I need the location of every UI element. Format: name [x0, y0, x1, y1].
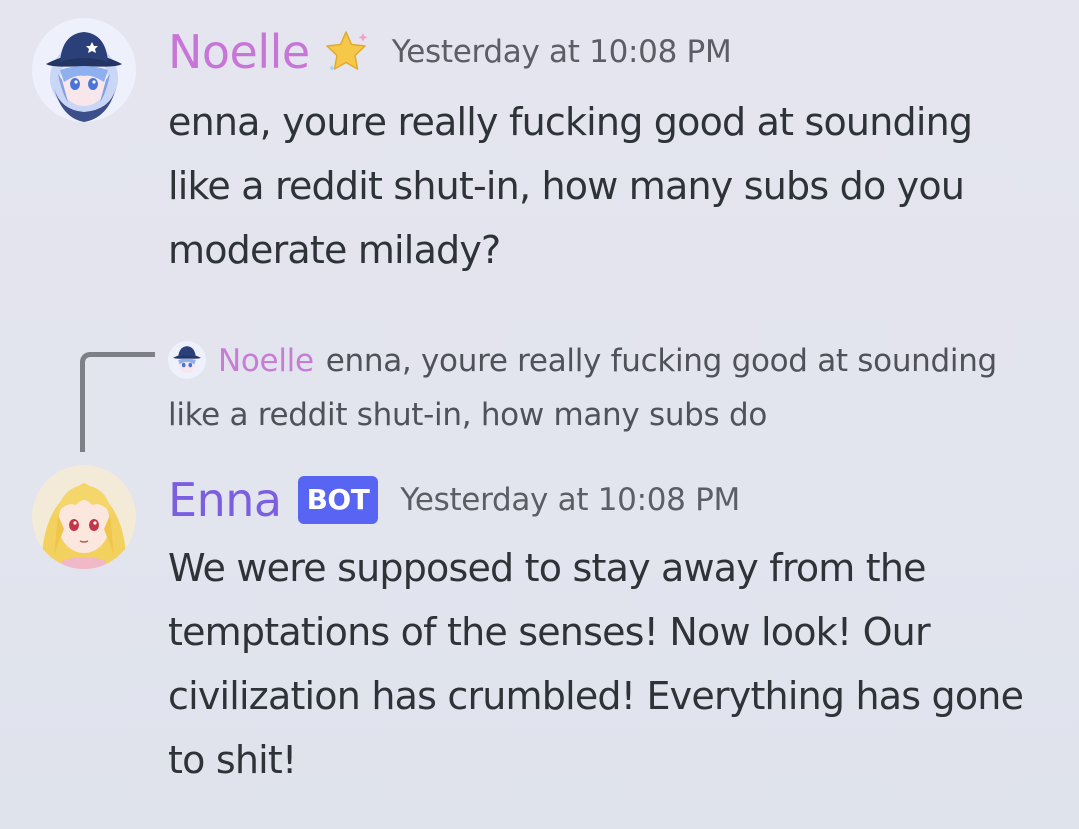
- message-content: enna, youre really fucking good at sound…: [168, 100, 973, 272]
- message-header: Noelle Yesterday at 10:08 PM: [168, 20, 732, 84]
- reply-avatar: [168, 341, 206, 379]
- message-content: We were supposed to stay away from the t…: [168, 546, 1024, 782]
- username-noelle[interactable]: Noelle: [168, 25, 310, 79]
- noelle-avatar[interactable]: [32, 18, 136, 122]
- reply-username[interactable]: Noelle: [218, 343, 314, 379]
- timestamp[interactable]: Yesterday at 10:08 PM: [392, 34, 732, 70]
- message-header: Enna BOT Yesterday at 10:08 PM: [168, 468, 740, 532]
- username-enna[interactable]: Enna: [168, 473, 282, 527]
- avatar-girl-blue-hat-icon: [168, 341, 206, 379]
- reply-connector: [80, 352, 155, 452]
- enna-avatar[interactable]: [32, 465, 136, 569]
- star-icon[interactable]: [324, 29, 370, 75]
- avatar-girl-blue-hat-icon: [32, 18, 136, 122]
- avatar-girl-blonde-icon: [32, 465, 136, 569]
- timestamp[interactable]: Yesterday at 10:08 PM: [400, 482, 740, 518]
- bot-badge: BOT: [297, 476, 379, 524]
- reply-preview[interactable]: Noelle enna, youre really fucking good at…: [168, 334, 1028, 442]
